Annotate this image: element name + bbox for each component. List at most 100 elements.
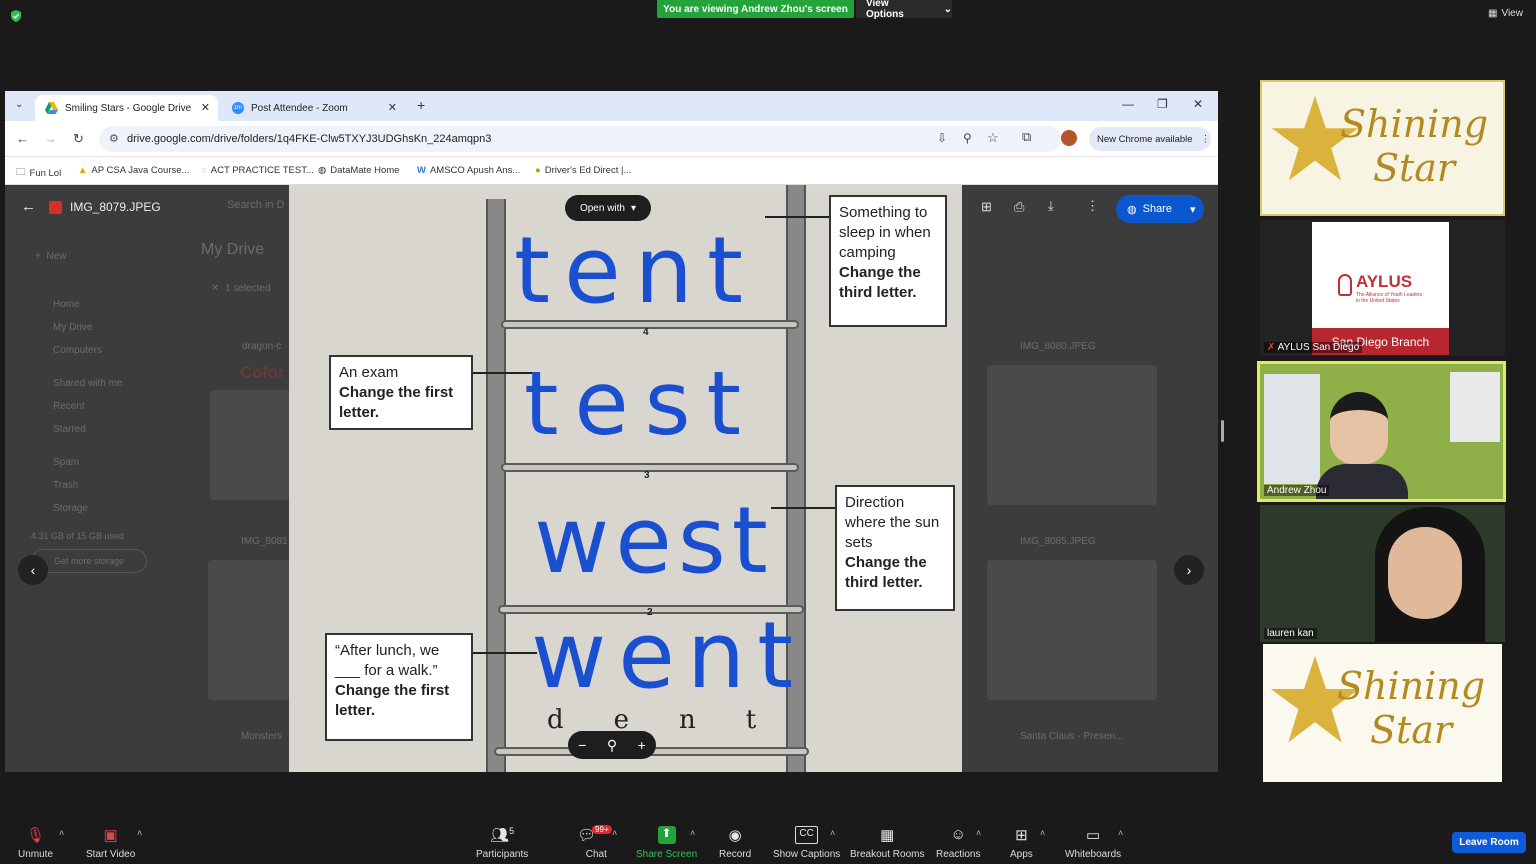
participant-name: lauren kan: [1264, 628, 1317, 639]
chevron-down-icon: ⌄: [943, 3, 952, 15]
participant-tile[interactable]: Shining Star: [1263, 644, 1502, 782]
zoom-page-icon[interactable]: ⚲: [963, 131, 972, 145]
bookmark-amsco[interactable]: W AMSCO Apush Ans...: [417, 165, 520, 176]
caret-up-icon[interactable]: ˄: [612, 828, 617, 838]
participant-tile-aylus[interactable]: AYLUS The Alliance of Youth Leaders in t…: [1260, 220, 1505, 356]
next-image-button[interactable]: ›: [1174, 555, 1204, 585]
drive-sidebar: Home My Drive Computers Shared with me R…: [53, 293, 122, 520]
view-options-button[interactable]: View Options ⌄: [856, 0, 952, 20]
zoom-in-icon[interactable]: +: [638, 737, 646, 753]
zoom-out-icon[interactable]: −: [578, 737, 586, 753]
file-name[interactable]: IMG_8085.JPEG: [1020, 536, 1096, 547]
sidebar-item-starred[interactable]: Starred: [53, 418, 122, 441]
bookmark-datamate[interactable]: ◍ DataMate Home: [318, 165, 399, 176]
share-button[interactable]: ◍ Share ▾: [1116, 195, 1204, 223]
bookmarks-bar: 🗀 Fun Lol ▲ AP CSA Java Course... ○ ACT PRA…: [5, 157, 1218, 185]
caret-up-icon[interactable]: ˄: [830, 828, 835, 838]
file-thumbnail[interactable]: [210, 390, 290, 500]
file-name[interactable]: IMG_8080.JPEG: [1020, 341, 1096, 352]
bookmark-ap-csa[interactable]: ▲ AP CSA Java Course...: [78, 165, 189, 176]
sidebar-item-computers[interactable]: Computers: [53, 339, 122, 362]
whiteboards-button[interactable]: ▭ Whiteboards: [1065, 826, 1121, 860]
leave-room-button[interactable]: Leave Room: [1452, 832, 1526, 853]
caret-down-icon[interactable]: ▾: [1190, 203, 1196, 216]
kebab-menu-icon[interactable]: ⋮: [1201, 134, 1211, 145]
more-options-icon[interactable]: ⋮: [1086, 198, 1099, 214]
sidebar-item-home[interactable]: Home: [53, 293, 122, 316]
download-icon[interactable]: ⤓: [1048, 198, 1054, 214]
new-button[interactable]: + New: [35, 251, 66, 262]
mic-muted-icon: ✗: [1267, 342, 1276, 353]
participant-tile[interactable]: Shining Star: [1260, 80, 1505, 216]
shield-check-icon[interactable]: [9, 9, 23, 23]
reactions-button[interactable]: ☺ Reactions: [936, 826, 980, 860]
close-icon[interactable]: ✕: [211, 283, 219, 294]
unmute-button[interactable]: 🎙︎ Unmute: [18, 826, 53, 860]
video-background: [1264, 374, 1320, 484]
file-thumbnail[interactable]: [208, 560, 290, 700]
back-icon[interactable]: ←: [16, 131, 29, 146]
reload-icon[interactable]: ↻: [73, 131, 84, 147]
extensions-icon[interactable]: ⧉: [1022, 129, 1031, 145]
breakout-rooms-button[interactable]: ▦ Breakout Rooms: [850, 826, 924, 860]
tab-search-icon[interactable]: ⌄: [15, 99, 23, 110]
close-tab-icon[interactable]: ✕: [201, 101, 210, 114]
print-icon[interactable]: ⎙: [1014, 199, 1024, 215]
open-with-button[interactable]: Open with ▾: [565, 195, 651, 221]
bookmark-drivers-ed[interactable]: ● Driver's Ed Direct |...: [535, 165, 631, 176]
previous-image-button[interactable]: ‹: [18, 555, 48, 585]
sidebar-item-shared[interactable]: Shared with me: [53, 372, 122, 395]
participant-tile-active[interactable]: Andrew Zhou: [1257, 361, 1506, 502]
start-video-button[interactable]: ▣ Start Video: [86, 826, 135, 860]
file-thumbnail[interactable]: [987, 560, 1157, 700]
close-window-icon[interactable]: ✕: [1193, 97, 1203, 111]
ladder-rail-left: [486, 199, 506, 772]
sidebar-item-my-drive[interactable]: My Drive: [53, 316, 122, 339]
participants-button[interactable]: 👥︎5 Participants: [476, 826, 528, 860]
add-comment-icon[interactable]: ⊞: [981, 199, 992, 215]
file-thumbnail[interactable]: [987, 365, 1157, 505]
close-tab-icon[interactable]: ✕: [388, 101, 397, 114]
new-tab-icon[interactable]: +: [417, 97, 425, 113]
apps-button[interactable]: ⊞ Apps: [1010, 826, 1033, 860]
get-storage-button[interactable]: Get more storage: [31, 549, 147, 573]
sidebar-item-spam[interactable]: Spam: [53, 451, 122, 474]
minimize-icon[interactable]: —: [1122, 97, 1134, 111]
caret-up-icon[interactable]: ˄: [690, 828, 695, 838]
back-arrow-icon[interactable]: ←: [21, 198, 36, 215]
forward-icon[interactable]: →: [44, 131, 57, 146]
tab-google-drive[interactable]: Smiling Stars - Google Drive ✕: [35, 95, 218, 121]
record-button[interactable]: ◉ Record: [719, 826, 751, 860]
caret-up-icon[interactable]: ˄: [137, 828, 142, 838]
panel-resize-handle[interactable]: [1221, 420, 1224, 442]
tab-zoom[interactable]: zm Post Attendee - Zoom ✕: [222, 95, 405, 121]
file-name[interactable]: Monsters: [241, 731, 282, 742]
file-name[interactable]: Santa Claus - Presen...: [1020, 731, 1123, 742]
magnifier-icon[interactable]: ⚲: [607, 737, 617, 754]
site-settings-icon[interactable]: ⚙: [109, 132, 119, 145]
sidebar-item-storage[interactable]: Storage: [53, 497, 122, 520]
url-input[interactable]: ⚙ drive.google.com/drive/folders/1q4FKE-…: [99, 126, 1061, 152]
share-screen-button[interactable]: ⬆ Share Screen: [636, 826, 697, 860]
caret-up-icon[interactable]: ˄: [1118, 828, 1123, 838]
restore-icon[interactable]: ❐: [1157, 97, 1168, 111]
bookmark-star-icon[interactable]: ☆: [987, 130, 999, 146]
view-button[interactable]: ▦ View: [1488, 8, 1523, 19]
clue-box-3: Direction where the sun sets Change the …: [835, 485, 955, 611]
sidebar-item-trash[interactable]: Trash: [53, 474, 122, 497]
participant-tile[interactable]: lauren kan: [1260, 505, 1505, 642]
install-app-icon[interactable]: ⇩: [937, 131, 947, 145]
caret-up-icon[interactable]: ˄: [976, 828, 981, 838]
caret-up-icon[interactable]: ˄: [1040, 828, 1045, 838]
sidebar-item-recent[interactable]: Recent: [53, 395, 122, 418]
file-name[interactable]: IMG_8081: [241, 536, 288, 547]
profile-avatar[interactable]: [1061, 130, 1077, 146]
caret-up-icon[interactable]: ˄: [59, 828, 64, 838]
new-chrome-available-button[interactable]: New Chrome available ⋮: [1089, 127, 1211, 151]
bookmark-act[interactable]: ○ ACT PRACTICE TEST...: [201, 165, 314, 176]
toolbar-label: Chat: [585, 849, 607, 860]
bookmark-fun-lol[interactable]: 🗀 Fun Lol: [16, 165, 61, 181]
url-text: drive.google.com/drive/folders/1q4FKE-Cl…: [127, 133, 492, 145]
chat-button[interactable]: 💬︎99+ Chat: [577, 825, 616, 860]
file-name[interactable]: dragon-c: [242, 341, 281, 352]
